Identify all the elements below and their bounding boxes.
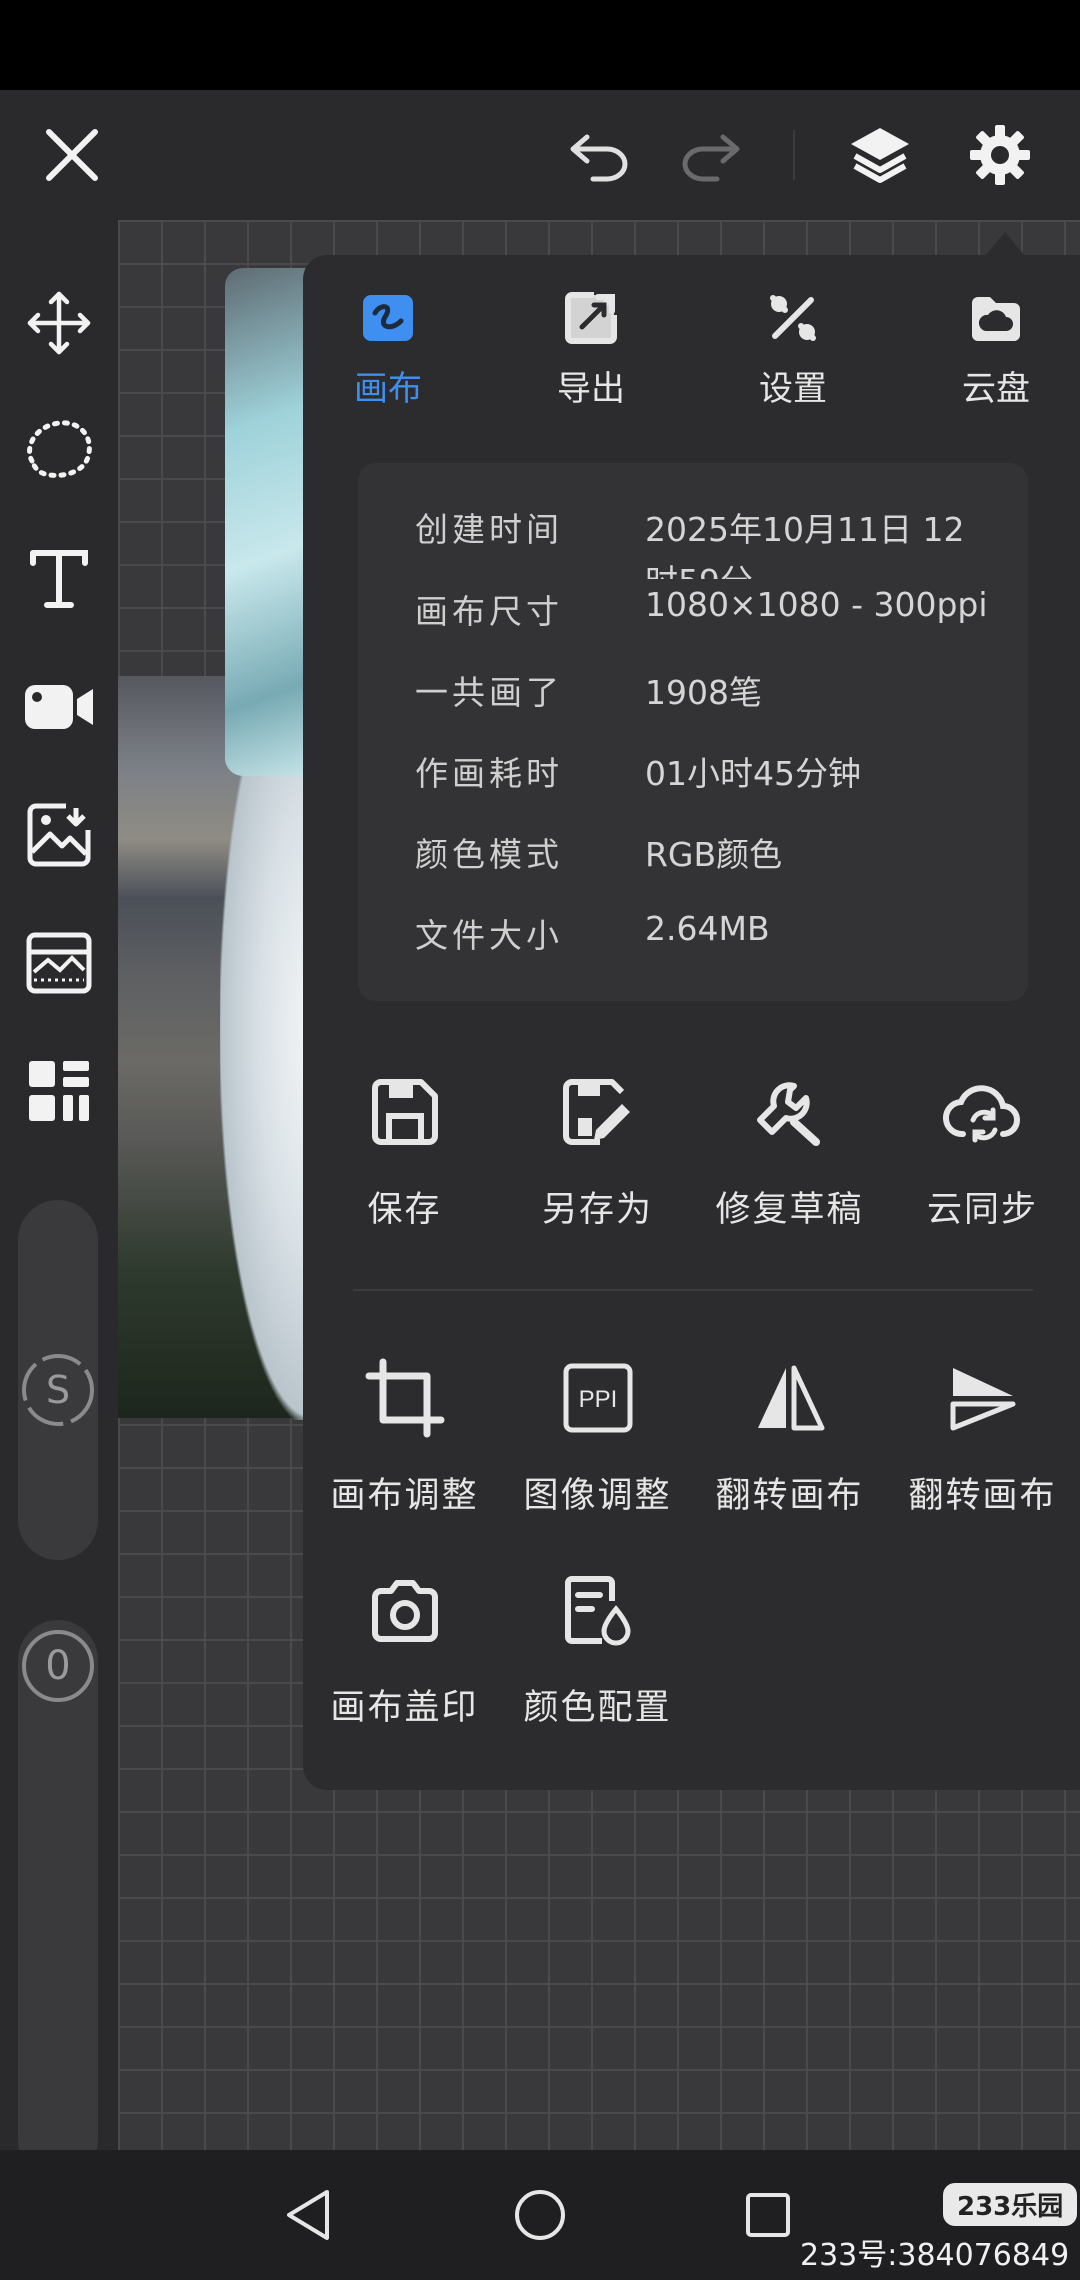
- opacity-handle[interactable]: 0: [20, 1628, 96, 1704]
- color-profile-button[interactable]: 颜色配置: [505, 1565, 690, 1730]
- action-label: 画布盖印: [330, 1688, 479, 1728]
- tab-label: 云盘: [962, 369, 1030, 409]
- export-icon: [521, 283, 661, 353]
- canvas-info-card: 创建时间 2025年10月11日 12 时59分 画布尺寸 1080×1080 …: [358, 463, 1028, 1001]
- action-label: 图像调整: [523, 1476, 672, 1516]
- camera-icon: [312, 1565, 497, 1655]
- tab-label: 导出: [557, 369, 625, 409]
- info-key: 画布尺寸: [415, 592, 563, 631]
- info-key: 作画耗时: [415, 754, 563, 793]
- lasso-icon[interactable]: [18, 408, 100, 490]
- undo-icon[interactable]: [560, 90, 640, 220]
- video-camera-icon[interactable]: [18, 666, 100, 748]
- cloud-sync-icon: [890, 1067, 1075, 1157]
- info-row-strokes: 一共画了 1908笔: [358, 666, 1028, 726]
- action-label: 保存: [367, 1190, 442, 1230]
- move-icon[interactable]: [18, 282, 100, 364]
- action-label: 画布调整: [330, 1476, 479, 1516]
- info-key: 文件大小: [415, 916, 563, 955]
- wrench-icon: [697, 1067, 882, 1157]
- info-value: 2025年10月11日 12: [645, 510, 965, 549]
- settings-tools-icon: [723, 283, 863, 353]
- svg-text:PPI: PPI: [578, 1386, 617, 1413]
- action-label: 另存为: [541, 1190, 653, 1230]
- canvas-icon: [318, 283, 458, 353]
- info-value: 2.64MB: [645, 909, 770, 948]
- text-tool-icon[interactable]: [18, 538, 100, 620]
- opacity-value: 0: [45, 1643, 71, 1689]
- ppi-icon: PPI: [505, 1353, 690, 1443]
- flip-horizontal-icon: [697, 1353, 882, 1443]
- cloud-sync-button[interactable]: 云同步: [890, 1067, 1075, 1232]
- action-label: 翻转画布: [908, 1476, 1057, 1516]
- action-label: 修复草稿: [715, 1190, 864, 1230]
- info-value-clipped: 时59分: [645, 555, 753, 579]
- color-profile-icon: [505, 1565, 690, 1655]
- info-value: 1908笔: [645, 673, 762, 712]
- save-button[interactable]: 保存: [312, 1067, 497, 1232]
- flip-vertical-icon: [890, 1353, 1075, 1443]
- import-image-icon[interactable]: [18, 794, 100, 876]
- tab-cloud-drive[interactable]: 云盘: [926, 283, 1066, 413]
- info-value: RGB颜色: [645, 835, 783, 874]
- info-value: 01小时45分钟: [645, 754, 861, 793]
- info-key: 创建时间: [415, 510, 563, 549]
- save-as-icon: [505, 1067, 690, 1157]
- tool-sidebar: S 0: [0, 220, 118, 2180]
- action-label: 颜色配置: [523, 1688, 672, 1728]
- toolbar-divider: [793, 130, 795, 180]
- top-toolbar: [0, 90, 1080, 220]
- save-as-button[interactable]: 另存为: [505, 1067, 690, 1232]
- close-icon[interactable]: [30, 90, 114, 220]
- info-key: 一共画了: [415, 673, 563, 712]
- action-label: 云同步: [926, 1190, 1038, 1230]
- tab-label: 画布: [354, 369, 422, 409]
- grid-apps-icon[interactable]: [18, 1050, 100, 1132]
- flip-canvas-horizontal-button[interactable]: 翻转画布: [697, 1353, 882, 1518]
- status-bar: [0, 0, 1080, 90]
- watermark-id: 233号:384076849: [800, 2238, 1070, 2273]
- cloud-drive-icon: [926, 283, 1066, 353]
- info-key: 颜色模式: [415, 835, 563, 874]
- info-value: 1080×1080 - 300ppi: [645, 585, 988, 624]
- canvas-stamp-button[interactable]: 画布盖印: [312, 1565, 497, 1730]
- info-row-duration: 作画耗时 01小时45分钟: [358, 747, 1028, 807]
- crop-icon: [312, 1353, 497, 1443]
- save-icon: [312, 1067, 497, 1157]
- section-divider: [353, 1289, 1033, 1291]
- info-row-created: 创建时间 2025年10月11日 12: [358, 503, 1028, 563]
- canvas-adjust-button[interactable]: 画布调整: [312, 1353, 497, 1518]
- gear-icon[interactable]: [960, 90, 1040, 220]
- brush-size-handle[interactable]: S: [20, 1352, 96, 1428]
- canvas-menu-panel: 画布 导出 设置 云盘 创建时间 2025年10月11日 12 时59分 画布尺…: [303, 255, 1080, 1790]
- reference-image-icon[interactable]: [18, 922, 100, 1004]
- info-row-size: 画布尺寸 1080×1080 - 300ppi: [358, 585, 1028, 645]
- tab-export[interactable]: 导出: [521, 283, 661, 413]
- layers-icon[interactable]: [840, 90, 920, 220]
- image-adjust-button[interactable]: PPI 图像调整: [505, 1353, 690, 1518]
- info-row-file-size: 文件大小 2.64MB: [358, 909, 1028, 969]
- redo-icon[interactable]: [670, 90, 750, 220]
- tab-canvas[interactable]: 画布: [318, 283, 458, 413]
- home-icon[interactable]: [490, 2150, 590, 2280]
- info-row-color-mode: 颜色模式 RGB颜色: [358, 828, 1028, 888]
- tab-label: 设置: [759, 369, 827, 409]
- brush-size-value: S: [45, 1368, 71, 1412]
- back-icon[interactable]: [258, 2150, 358, 2280]
- flip-canvas-vertical-button[interactable]: 翻转画布: [890, 1353, 1075, 1518]
- tab-settings[interactable]: 设置: [723, 283, 863, 413]
- panel-pointer: [985, 232, 1025, 256]
- watermark-logo: 233乐园: [943, 2183, 1078, 2226]
- repair-draft-button[interactable]: 修复草稿: [697, 1067, 882, 1232]
- action-label: 翻转画布: [715, 1476, 864, 1516]
